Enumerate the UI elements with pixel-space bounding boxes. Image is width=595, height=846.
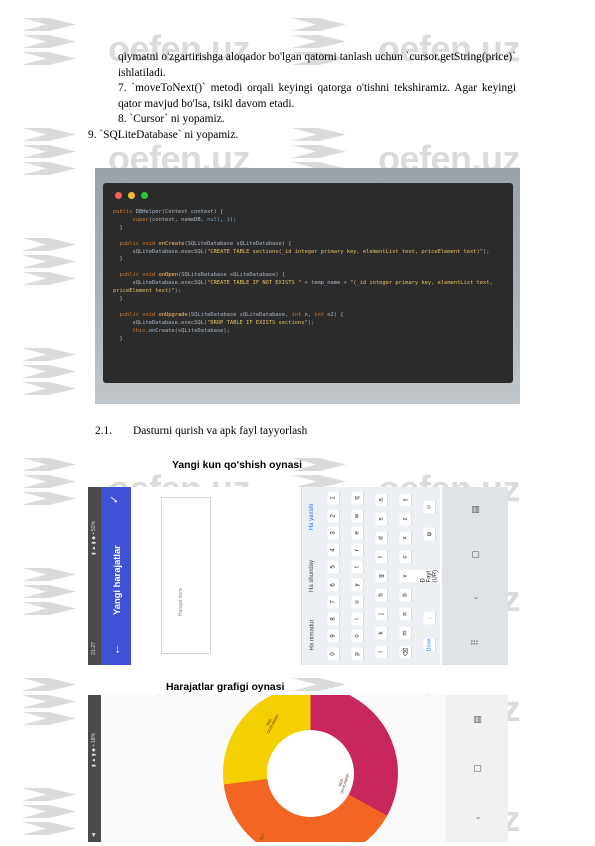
status-bar: ▮ ▲ ▮ ◆ ▪ 18% ◀ bbox=[88, 695, 101, 842]
key-x[interactable]: x bbox=[399, 531, 411, 545]
check-icon[interactable]: ✓ bbox=[108, 495, 121, 504]
key-w[interactable]: w bbox=[351, 509, 363, 523]
status-bar-time: 21:27 bbox=[91, 642, 97, 655]
keyboard-suggestions[interactable]: Ha yaxshi Ha shunday Ha nimadur bbox=[302, 487, 322, 665]
key-s[interactable]: s bbox=[375, 512, 387, 526]
key-d[interactable]: d bbox=[375, 531, 387, 545]
chart-area: RED OCHLANISH RED OCHLANISH SLA ▤ ▢ ‹ bbox=[101, 695, 508, 842]
paragraph-item-8: 8. `Cursor` ni yopamiz. bbox=[118, 113, 225, 125]
gear-icon[interactable]: ⚙ bbox=[423, 527, 435, 541]
key-j[interactable]: j bbox=[375, 607, 387, 621]
suggestion-item[interactable]: Ha shunday bbox=[309, 560, 315, 592]
nav-recents-icon[interactable]: ▤ bbox=[471, 715, 482, 724]
status-bar: 21:27 ▮ ▲ ▮ ◆ ▪ 52% bbox=[88, 487, 101, 665]
expense-name-field[interactable]: Harajat nomi bbox=[161, 497, 211, 654]
form-area: Harajat nomi Ha yaxshi Ha shunday Ha nim… bbox=[131, 487, 508, 665]
key-f[interactable]: f bbox=[375, 550, 387, 564]
arrow-back-icon[interactable]: ← bbox=[109, 644, 124, 656]
paragraph-continuation: qiymatni o'zgartirishga aloqador bo'lgan… bbox=[118, 51, 516, 79]
android-nav-bar[interactable]: ▤ ▢ ‹ ⠿ bbox=[442, 487, 508, 665]
key-p[interactable]: p bbox=[351, 647, 363, 661]
key-z[interactable]: z bbox=[399, 512, 411, 526]
key-4[interactable]: 4 bbox=[327, 543, 339, 557]
key-c[interactable]: c bbox=[399, 550, 411, 564]
figure2-screenshot: ▮ ▲ ▮ ◆ ▪ 18% ◀ RED OCHLANISH RED OCHLANIS… bbox=[88, 695, 508, 842]
app-bar-title: Yangi harajatlar bbox=[111, 545, 122, 615]
nav-back-icon[interactable]: ‹ bbox=[472, 816, 482, 819]
key-g[interactable]: g bbox=[375, 569, 387, 583]
key-3[interactable]: 3 bbox=[327, 526, 339, 540]
suggestion-item[interactable]: Ha nimadur bbox=[309, 620, 315, 651]
code-window: public DBHelper(Context context) { super… bbox=[103, 183, 513, 383]
figure1-screenshot: 21:27 ▮ ▲ ▮ ◆ ▪ 52% ← Yangi harajatlar ✓… bbox=[88, 487, 508, 665]
key-0[interactable]: 0 bbox=[327, 647, 339, 661]
nav-keyboard-icon: ⠿ bbox=[469, 639, 480, 646]
key-a[interactable]: a bbox=[375, 493, 387, 507]
keyboard-row-top[interactable]: q w e r t y u i o p bbox=[346, 487, 368, 665]
paragraph-item-9: 9. `SQLiteDatabase` ni yopamiz. bbox=[88, 129, 239, 141]
key-9[interactable]: 9 bbox=[327, 629, 339, 643]
close-icon bbox=[115, 192, 122, 199]
shift-icon[interactable]: ⇧ bbox=[399, 493, 411, 507]
key-h[interactable]: h bbox=[375, 588, 387, 602]
key-r[interactable]: r bbox=[351, 543, 363, 557]
key-u[interactable]: u bbox=[351, 595, 363, 609]
nav-home-icon[interactable]: ▢ bbox=[471, 765, 482, 774]
emoji-icon[interactable]: ☺ bbox=[423, 500, 435, 514]
backspace-icon[interactable]: ⌫ bbox=[399, 645, 411, 659]
keyboard-row-mid[interactable]: a s d f g h j k l bbox=[370, 487, 392, 665]
nav-recents-icon[interactable]: ▤ bbox=[469, 505, 480, 514]
window-traffic-lights bbox=[115, 192, 148, 199]
section-number: 2.1. bbox=[95, 425, 113, 437]
key-8[interactable]: 8 bbox=[327, 612, 339, 626]
code-content: public DBHelper(Context context) { super… bbox=[113, 209, 497, 342]
key-o[interactable]: o bbox=[351, 629, 363, 643]
suggestion-item[interactable]: Ha yaxshi bbox=[309, 503, 315, 529]
key-1[interactable]: 1 bbox=[327, 491, 339, 505]
key-6[interactable]: 6 bbox=[327, 578, 339, 592]
key-t[interactable]: t bbox=[351, 560, 363, 574]
key-l[interactable]: l bbox=[375, 645, 387, 659]
nav-back-icon[interactable]: ◀ bbox=[91, 833, 97, 837]
key-e[interactable]: e bbox=[351, 526, 363, 540]
done-key[interactable]: Done bbox=[423, 638, 435, 652]
key-5[interactable]: 5 bbox=[327, 560, 339, 574]
keyboard-row-numbers[interactable]: 1 2 3 4 5 6 7 8 9 0 bbox=[322, 487, 344, 665]
key-b[interactable]: b bbox=[399, 588, 411, 602]
key-7[interactable]: 7 bbox=[327, 595, 339, 609]
keyboard-row-function[interactable]: ☺ ⚙ Ð Fayl (UR) . Done bbox=[407, 487, 451, 665]
on-screen-keyboard[interactable]: Ha yaxshi Ha shunday Ha nimadur 1 2 3 4 … bbox=[301, 487, 451, 665]
key-n[interactable]: n bbox=[399, 607, 411, 621]
key-m[interactable]: m bbox=[399, 626, 411, 640]
app-bar: ← Yangi harajatlar ✓ bbox=[101, 487, 131, 665]
status-bar-icons: ▮ ▲ ▮ ◆ ▪ 18% bbox=[91, 732, 97, 767]
status-bar-icons: ▮ ▲ ▮ ◆ ▪ 52% bbox=[91, 520, 97, 555]
expense-name-label: Harajat nomi bbox=[178, 587, 184, 616]
nav-back-icon[interactable]: ‹ bbox=[470, 597, 480, 600]
key-period[interactable]: . bbox=[423, 611, 435, 625]
key-q[interactable]: q bbox=[351, 491, 363, 505]
section-title: Dasturni qurish va apk fayl tayyorlash bbox=[133, 425, 308, 437]
maximize-icon bbox=[141, 192, 148, 199]
minimize-icon bbox=[128, 192, 135, 199]
key-2[interactable]: 2 bbox=[327, 509, 339, 523]
figure1-caption: Yangi kun qo'shish oynasi bbox=[172, 460, 303, 471]
nav-home-icon[interactable]: ▢ bbox=[469, 550, 480, 559]
key-y[interactable]: y bbox=[351, 578, 363, 592]
figure2-caption: Harajatlar grafigi oynasi bbox=[166, 682, 285, 693]
paragraph-item-7: 7. `moveToNext()` metodi orqali keyingi … bbox=[118, 82, 516, 110]
key-i[interactable]: i bbox=[351, 612, 363, 626]
key-k[interactable]: k bbox=[375, 626, 387, 640]
android-nav-bar[interactable]: ▤ ▢ ‹ bbox=[446, 695, 508, 842]
